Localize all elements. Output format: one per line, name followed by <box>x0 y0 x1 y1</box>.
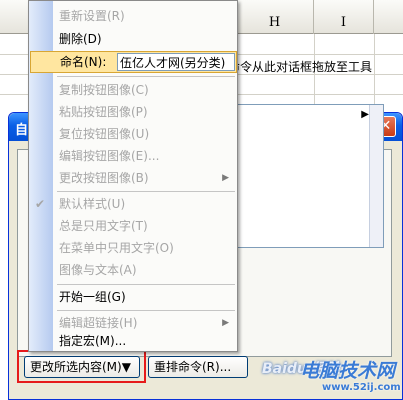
submenu-arrow-icon: ▶ <box>222 173 229 183</box>
menu-item-label: 复位按钮图像(U) <box>59 127 150 141</box>
commands-list[interactable]: e ▶ <box>228 104 384 248</box>
check-icon: ✔ <box>35 197 46 211</box>
column-header-h[interactable]: H <box>236 0 314 34</box>
context-menu: 重新设置(R) 删除(D) 命名(N): 复制按钮图像(C) 粘贴按钮图像(P)… <box>28 0 238 352</box>
menu-item-label: 粘贴按钮图像(P) <box>59 105 148 119</box>
menu-item-paste-image[interactable]: 粘贴按钮图像(P) <box>29 101 237 123</box>
menu-separator <box>57 310 235 311</box>
menu-separator <box>57 191 235 192</box>
rearrange-commands-button[interactable]: 重排命令(R)... <box>148 356 248 378</box>
menu-separator <box>57 284 235 285</box>
instruction-text: 命令从此对话框拖放至工具 <box>228 60 373 74</box>
menu-item-delete[interactable]: 删除(D) <box>29 28 237 50</box>
menu-item-begin-group[interactable]: 开始一组(G) <box>29 286 237 308</box>
watermark-url: www.52ij.com <box>322 382 401 393</box>
menu-item-image-and-text[interactable]: 图像与文本(A) <box>29 259 237 281</box>
watermark: Baidu 经验 电脑技术网 www.52ij.com <box>240 356 403 400</box>
menu-item-label: 指定宏(M)... <box>59 334 127 348</box>
column-header-i[interactable]: I <box>314 0 374 34</box>
menu-item-label: 开始一组(G) <box>59 290 126 304</box>
menu-separator <box>57 76 235 77</box>
menu-item-label: 默认样式(U) <box>59 197 126 211</box>
menu-item-label: 在菜单中只用文字(O) <box>59 241 174 255</box>
menu-item-reset-image[interactable]: 复位按钮图像(U) <box>29 123 237 145</box>
watermark-site: 电脑技术网 <box>300 360 396 382</box>
menu-item-name[interactable]: 命名(N): <box>30 51 237 73</box>
name-input[interactable] <box>117 53 235 71</box>
menu-item-default-style[interactable]: ✔ 默认样式(U) <box>29 193 237 215</box>
menu-item-assign-macro[interactable]: 指定宏(M)... <box>29 330 237 352</box>
highlight-annotation <box>17 350 146 383</box>
menu-item-label: 图像与文本(A) <box>59 263 137 277</box>
menu-item-copy-image[interactable]: 复制按钮图像(C) <box>29 79 237 101</box>
submenu-arrow-icon: ▶ <box>361 109 369 120</box>
menu-item-label: 编辑按钮图像(E)... <box>59 149 160 163</box>
menu-item-edit-image[interactable]: 编辑按钮图像(E)... <box>29 145 237 167</box>
grid-line <box>374 34 375 114</box>
menu-item-text-only-menus[interactable]: 在菜单中只用文字(O) <box>29 237 237 259</box>
menu-item-change-image[interactable]: 更改按钮图像(B) ▶ <box>29 167 237 189</box>
menu-item-label: 总是只用文字(T) <box>59 219 148 233</box>
menu-item-label: 复制按钮图像(C) <box>59 83 149 97</box>
name-label: 命名(N): <box>60 55 107 69</box>
menu-item-reset[interactable]: 重新设置(R) <box>29 5 237 27</box>
menu-item-text-only-always[interactable]: 总是只用文字(T) <box>29 215 237 237</box>
menu-item-label: 重新设置(R) <box>59 9 125 23</box>
menu-item-label: 更改按钮图像(B) <box>59 171 149 185</box>
menu-item-label: 删除(D) <box>59 32 102 46</box>
commands-scrollbar[interactable] <box>369 105 383 247</box>
dialog-title: 自 <box>15 123 29 138</box>
